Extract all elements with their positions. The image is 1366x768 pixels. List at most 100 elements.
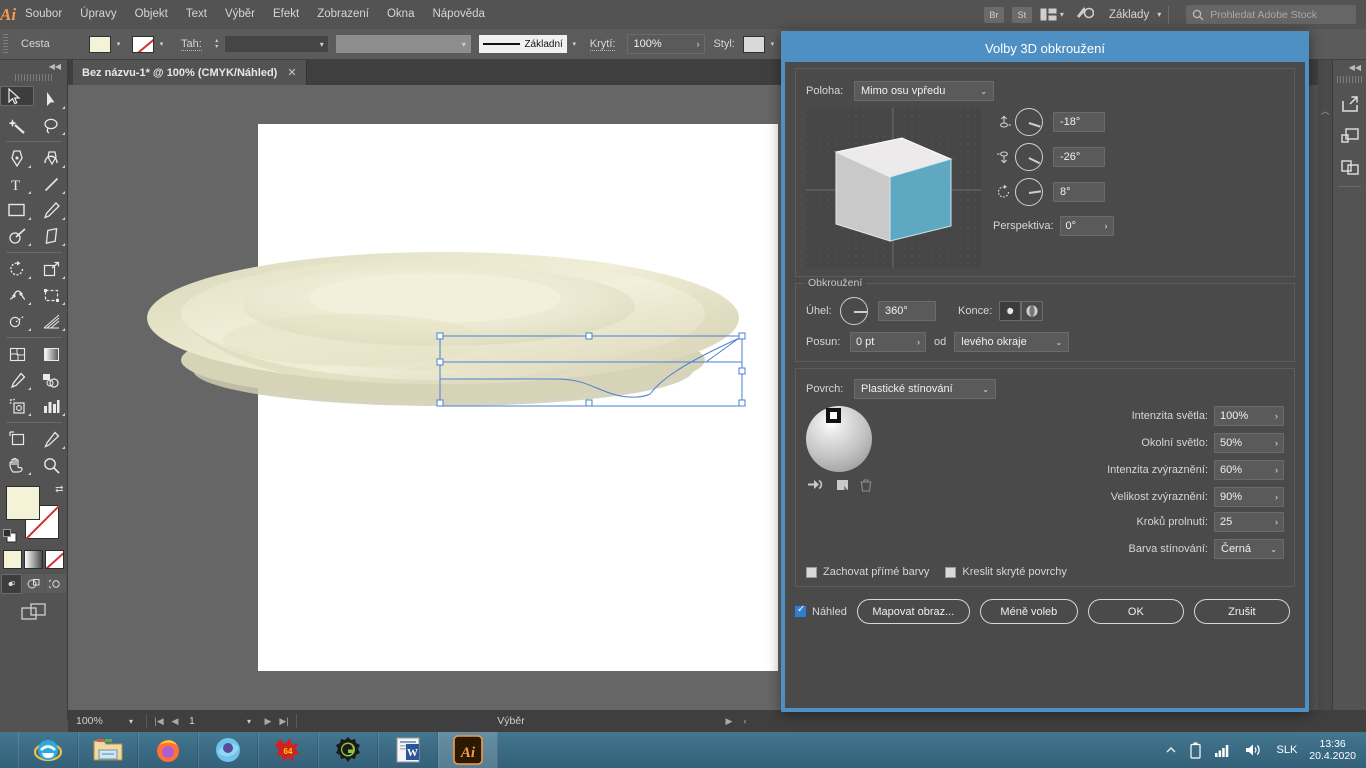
chevron-right-icon[interactable]: › — [1105, 221, 1108, 231]
opacity-label[interactable]: Krytí: — [590, 38, 616, 51]
taskbar-red-blob-64[interactable]: 64 — [258, 732, 318, 768]
menu-napoveda[interactable]: Nápověda — [423, 0, 493, 29]
gradient-mode-button[interactable] — [24, 550, 43, 569]
tool-eyedropper[interactable] — [0, 367, 34, 393]
rotate-z-dial[interactable] — [1015, 178, 1043, 206]
brush-definition[interactable]: Základní ▾ — [479, 35, 582, 53]
ok-button[interactable]: OK — [1088, 599, 1184, 624]
blend-steps-input[interactable]: 25 › — [1214, 512, 1284, 532]
tool-line-segment[interactable] — [34, 171, 68, 197]
tool-symbol-sprayer[interactable] — [0, 393, 34, 419]
rotate-y-dial[interactable] — [1015, 143, 1043, 171]
fill-color-box[interactable] — [6, 486, 40, 520]
zoom-level-value[interactable]: 100% — [68, 715, 120, 727]
stroke-weight-label[interactable]: Tah: — [181, 38, 202, 51]
chevron-right-icon[interactable]: › — [1275, 517, 1278, 527]
close-icon[interactable]: ✕ — [287, 66, 296, 79]
creative-cloud-icon[interactable] — [1074, 5, 1094, 24]
chevron-right-icon[interactable]: › — [1275, 492, 1278, 502]
rotate-x-input[interactable]: -18° — [1053, 112, 1105, 132]
stroke-swatch-none[interactable] — [132, 36, 154, 53]
style-dropdown-arrow[interactable]: ▾ — [765, 36, 780, 53]
tool-column-graph[interactable] — [34, 393, 68, 419]
tool-mesh[interactable] — [0, 341, 34, 367]
tool-hand[interactable] — [0, 452, 34, 478]
dock-collapse-button[interactable]: ◀◀ — [1333, 60, 1366, 74]
preserve-spot-colors-checkbox[interactable] — [806, 567, 817, 578]
selection-overlay[interactable] — [436, 332, 746, 410]
tool-pen[interactable] — [0, 145, 34, 171]
dock-grip[interactable] — [1337, 76, 1363, 83]
screen-mode-button[interactable] — [0, 603, 67, 623]
panel-icon-artboards[interactable] — [1333, 152, 1366, 184]
first-artboard-button[interactable]: |◀ — [151, 716, 167, 727]
chevron-right-icon[interactable]: › — [917, 337, 920, 347]
stroke-color-control[interactable]: ▾ — [132, 36, 169, 53]
move-light-back-button[interactable] — [808, 479, 825, 495]
fill-dropdown-arrow[interactable]: ▾ — [111, 36, 126, 53]
chevron-up-icon[interactable]: ︿ — [1318, 104, 1332, 117]
light-intensity-input[interactable]: 100% › — [1214, 406, 1284, 426]
status-text[interactable]: Výběr — [301, 715, 721, 727]
draw-normal-button[interactable] — [1, 574, 22, 594]
tool-curvature[interactable] — [34, 145, 68, 171]
offset-input[interactable]: 0 pt › — [850, 332, 926, 352]
taskbar-file-explorer[interactable] — [78, 732, 138, 768]
menu-soubor[interactable]: Soubor — [16, 0, 71, 29]
cap-off-button[interactable] — [1021, 301, 1043, 321]
stroke-dropdown-arrow[interactable]: ▾ — [154, 36, 169, 53]
document-tab[interactable]: Bez názvu-1* @ 100% (CMYK/Náhled) ✕ — [73, 60, 307, 85]
panel-icon-export[interactable] — [1333, 88, 1366, 120]
artboard-number-value[interactable]: 1 — [183, 715, 238, 727]
stroke-weight-stepper[interactable]: ▴▾ — [210, 36, 224, 53]
clock[interactable]: 13:36 20.4.2020 — [1305, 738, 1366, 762]
lighting-sphere[interactable] — [806, 406, 872, 472]
tool-slice[interactable] — [34, 426, 68, 452]
tools-panel-grip[interactable] — [15, 72, 53, 82]
draw-hidden-faces-checkbox[interactable] — [945, 567, 956, 578]
revolve-angle-dial[interactable] — [840, 297, 868, 325]
cancel-button[interactable]: Zrušit — [1194, 599, 1290, 624]
zoom-dropdown-arrow[interactable]: ▾ — [120, 717, 142, 726]
taskbar-firefox[interactable] — [138, 732, 198, 768]
offset-from-select[interactable]: levého okraje ⌄ — [954, 332, 1069, 352]
taskbar-illustrator[interactable]: Ai — [438, 732, 498, 768]
fill-color-control[interactable]: ▾ — [89, 36, 126, 53]
menu-zobrazeni[interactable]: Zobrazení — [308, 0, 378, 29]
tool-direct-selection[interactable] — [34, 86, 68, 112]
rotate-y-input[interactable]: -26° — [1053, 147, 1105, 167]
tool-paintbrush[interactable] — [34, 197, 68, 223]
tool-blend[interactable] — [34, 367, 68, 393]
variable-width-profile[interactable]: ▾ — [336, 35, 471, 53]
fewer-options-button[interactable]: Méně voleb — [980, 599, 1078, 624]
map-art-button[interactable]: Mapovat obraz... — [857, 599, 970, 624]
default-fill-stroke-icon[interactable] — [3, 529, 17, 546]
tool-magic-wand[interactable] — [0, 112, 34, 138]
menu-vyber[interactable]: Výběr — [216, 0, 264, 29]
next-artboard-button[interactable]: ▶ — [260, 716, 276, 727]
chevron-right-icon[interactable]: › — [1275, 465, 1278, 475]
position-select[interactable]: Mimo osu vpředu ⌄ — [854, 81, 994, 101]
tool-gradient[interactable] — [34, 341, 68, 367]
volume-button[interactable] — [1245, 743, 1261, 757]
status-collapse-arrow[interactable]: ‹ — [737, 716, 753, 726]
tool-selection[interactable] — [0, 86, 34, 106]
stroke-weight-input[interactable]: ▾ — [224, 35, 329, 53]
stock-button[interactable]: St — [1012, 7, 1032, 23]
ambient-light-input[interactable]: 50% › — [1214, 433, 1284, 453]
workspace-switcher[interactable]: Základy — [1104, 9, 1154, 21]
taskbar-browser-orb[interactable] — [198, 732, 258, 768]
control-bar-grip[interactable] — [3, 34, 8, 54]
surface-select[interactable]: Plastické stínování ⌄ — [854, 379, 996, 399]
highlight-intensity-input[interactable]: 60% › — [1214, 460, 1284, 480]
brush-dropdown-arrow[interactable]: ▾ — [567, 35, 582, 53]
network-status-button[interactable] — [1215, 743, 1231, 757]
last-artboard-button[interactable]: ▶| — [276, 716, 292, 727]
menu-objekt[interactable]: Objekt — [126, 0, 177, 29]
delete-light-button[interactable] — [860, 479, 872, 495]
tool-type[interactable]: T — [0, 171, 34, 197]
perspective-input[interactable]: 0° › — [1060, 216, 1114, 236]
bridge-button[interactable]: Br — [984, 7, 1004, 23]
color-mode-button[interactable] — [3, 550, 22, 569]
tool-shape-builder[interactable] — [0, 308, 34, 334]
